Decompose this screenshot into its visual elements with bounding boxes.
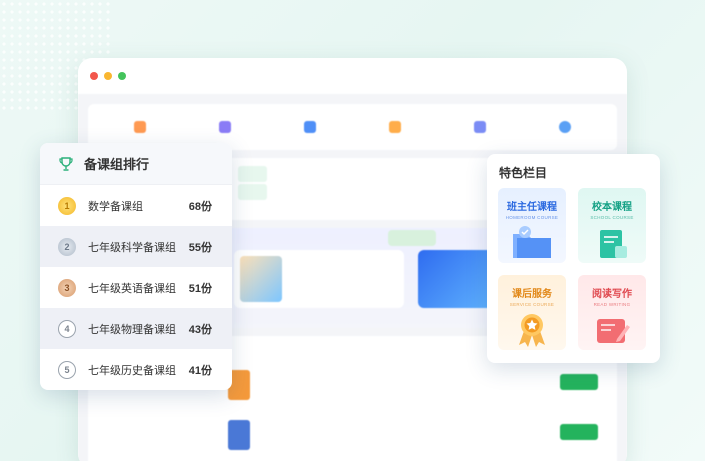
filter-chip[interactable] bbox=[438, 166, 467, 182]
group-name: 七年级科学备课组 bbox=[88, 241, 176, 254]
filter-chip[interactable] bbox=[338, 184, 367, 200]
book-icon bbox=[600, 230, 627, 258]
banner-card[interactable] bbox=[234, 250, 404, 308]
banner-card-thumbnail bbox=[240, 256, 282, 302]
ranking-header: 备课组排行 bbox=[40, 143, 232, 185]
award-medal-icon bbox=[519, 314, 545, 347]
maximize-window-dot[interactable] bbox=[118, 72, 126, 80]
tile-subtitle: SERVICE COURSE bbox=[509, 302, 555, 307]
filter-chip[interactable] bbox=[271, 166, 300, 182]
filter-chip[interactable] bbox=[371, 184, 400, 200]
list-item[interactable] bbox=[228, 370, 618, 414]
tile-subtitle: HOMEROOM COURSE bbox=[505, 215, 559, 220]
group-name: 七年级英语备课组 bbox=[88, 282, 176, 295]
filter-chip[interactable] bbox=[404, 166, 433, 182]
resource-count: 41份 bbox=[188, 364, 212, 377]
ranking-row[interactable]: 1 数学备课组 68份 bbox=[40, 185, 232, 226]
resource-count: 55份 bbox=[188, 241, 212, 254]
nav-item[interactable] bbox=[134, 121, 147, 133]
ranking-title: 备课组排行 bbox=[84, 157, 150, 172]
homeroom-course-tile[interactable]: 班主任课程 HOMEROOM COURSE bbox=[498, 188, 566, 263]
nav-item[interactable] bbox=[219, 121, 232, 133]
silver-medal-icon: 2 bbox=[58, 237, 76, 256]
tile-name: 课后服务 bbox=[512, 289, 552, 300]
word-file-icon bbox=[228, 420, 250, 450]
tile-name: 阅读写作 bbox=[592, 289, 632, 300]
nav-icon bbox=[134, 121, 147, 133]
download-button[interactable] bbox=[560, 424, 598, 440]
trophy-icon bbox=[59, 156, 73, 171]
tile-name: 班主任课程 bbox=[507, 202, 557, 213]
folder-icon bbox=[513, 226, 551, 258]
nav-icon bbox=[304, 121, 317, 133]
download-button[interactable] bbox=[560, 374, 598, 390]
featured-title: 特色栏目 bbox=[499, 166, 548, 180]
group-name: 七年级物理备课组 bbox=[88, 323, 176, 336]
ranking-row[interactable]: 3 七年级英语备课组 51份 bbox=[40, 267, 232, 308]
filter-chip[interactable] bbox=[338, 166, 367, 182]
tile-name: 校本课程 bbox=[592, 202, 632, 213]
filter-chip[interactable] bbox=[371, 166, 400, 182]
ranking-row[interactable]: 2 七年级科学备课组 55份 bbox=[40, 226, 232, 267]
banner-card-image[interactable] bbox=[418, 250, 498, 308]
resource-count: 43份 bbox=[188, 323, 212, 336]
group-name: 数学备课组 bbox=[88, 200, 143, 213]
nav-item[interactable] bbox=[558, 121, 571, 133]
nav-icon bbox=[219, 121, 232, 133]
filter-chip[interactable] bbox=[238, 166, 268, 182]
writing-pen-icon bbox=[597, 319, 630, 343]
after-school-service-tile[interactable]: 课后服务 SERVICE COURSE bbox=[498, 275, 566, 350]
nav-item[interactable] bbox=[388, 121, 401, 133]
tile-subtitle: READ WRITING bbox=[593, 302, 631, 307]
filter-chip[interactable] bbox=[238, 184, 268, 200]
nav-icon bbox=[558, 121, 571, 133]
rank-number-icon: 4 bbox=[58, 319, 76, 338]
gold-medal-icon: 1 bbox=[58, 196, 76, 215]
resource-count: 51份 bbox=[188, 282, 212, 295]
group-ranking-panel: 备课组排行 1 数学备课组 68份 2 七年级科学备课组 55份 3 七年级英语… bbox=[40, 143, 232, 390]
nav-item[interactable] bbox=[473, 121, 486, 133]
ranking-row[interactable]: 5 七年级历史备课组 41份 bbox=[40, 349, 232, 390]
rank-number-icon: 5 bbox=[58, 360, 76, 379]
filter-chip[interactable] bbox=[271, 184, 300, 200]
featured-sections-panel: 特色栏目 班主任课程 HOMEROOM COURSE 校本课程 SCHOOL C… bbox=[487, 154, 660, 363]
bronze-medal-icon: 3 bbox=[58, 278, 76, 297]
window-titlebar bbox=[78, 58, 627, 94]
ranking-row[interactable]: 4 七年级物理备课组 43份 bbox=[40, 308, 232, 349]
banner-tag[interactable] bbox=[388, 230, 436, 246]
list-item[interactable] bbox=[228, 420, 618, 461]
resource-count: 68份 bbox=[188, 200, 212, 213]
filter-chip[interactable] bbox=[305, 184, 334, 200]
reading-writing-tile[interactable]: 阅读写作 READ WRITING bbox=[578, 275, 646, 350]
school-course-tile[interactable]: 校本课程 SCHOOL COURSE bbox=[578, 188, 646, 263]
minimize-window-dot[interactable] bbox=[104, 72, 112, 80]
nav-icon bbox=[388, 121, 401, 133]
filter-chip[interactable] bbox=[305, 166, 334, 182]
nav-icon bbox=[473, 121, 486, 133]
group-name: 七年级历史备课组 bbox=[88, 364, 176, 377]
tile-subtitle: SCHOOL COURSE bbox=[590, 215, 634, 220]
close-window-dot[interactable] bbox=[90, 72, 98, 80]
nav-item[interactable] bbox=[304, 121, 317, 133]
